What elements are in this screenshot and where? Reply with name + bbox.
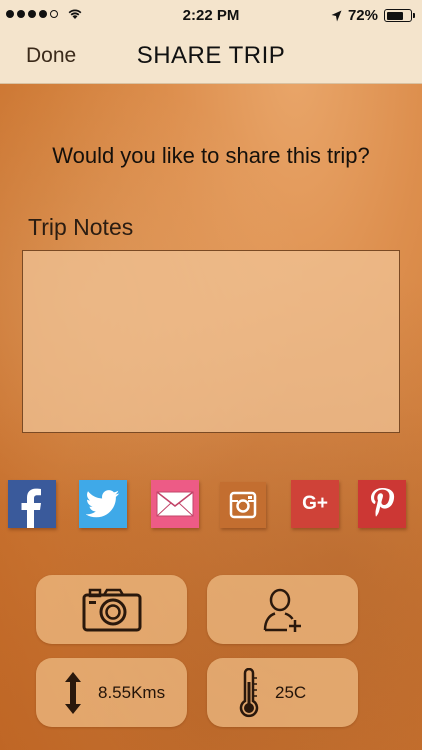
page-title: SHARE TRIP: [136, 42, 286, 69]
facebook-share-button[interactable]: [8, 480, 56, 528]
add-person-icon: [263, 588, 301, 632]
distance-arrow-icon: [65, 672, 81, 714]
add-person-button[interactable]: [207, 575, 358, 644]
pinterest-icon: [371, 488, 395, 517]
battery-percent: 72%: [347, 7, 378, 24]
navigation-bar: Done SHARE TRIP: [0, 30, 422, 84]
battery-icon: [384, 9, 415, 22]
share-buttons-row: G+: [0, 480, 422, 532]
camera-button[interactable]: [36, 575, 187, 644]
pinterest-share-button[interactable]: [358, 480, 406, 528]
thermometer-icon: [239, 668, 259, 718]
facebook-icon: [21, 488, 41, 528]
battery-level: [386, 11, 404, 20]
google-plus-share-button[interactable]: G+: [291, 480, 339, 528]
distance-stat: 8.55Kms: [36, 658, 187, 727]
instagram-share-button[interactable]: [220, 482, 266, 528]
status-bar: 2:22 PM 72%: [0, 0, 422, 30]
distance-value: 8.55Kms: [98, 683, 166, 702]
email-share-button[interactable]: [151, 480, 199, 528]
google-plus-icon: G+: [302, 493, 328, 514]
twitter-share-button[interactable]: [79, 480, 127, 528]
temperature-stat: 25C: [207, 658, 358, 727]
share-question: Would you like to share this trip?: [52, 143, 370, 168]
temperature-value: 25C: [275, 683, 307, 702]
camera-icon: [82, 588, 142, 632]
trip-notes-label: Trip Notes: [28, 214, 134, 240]
instagram-icon: [229, 491, 257, 519]
location-arrow-icon: [331, 10, 342, 21]
twitter-icon: [86, 490, 120, 518]
email-icon: [156, 491, 194, 517]
trip-notes-input[interactable]: [22, 250, 400, 433]
